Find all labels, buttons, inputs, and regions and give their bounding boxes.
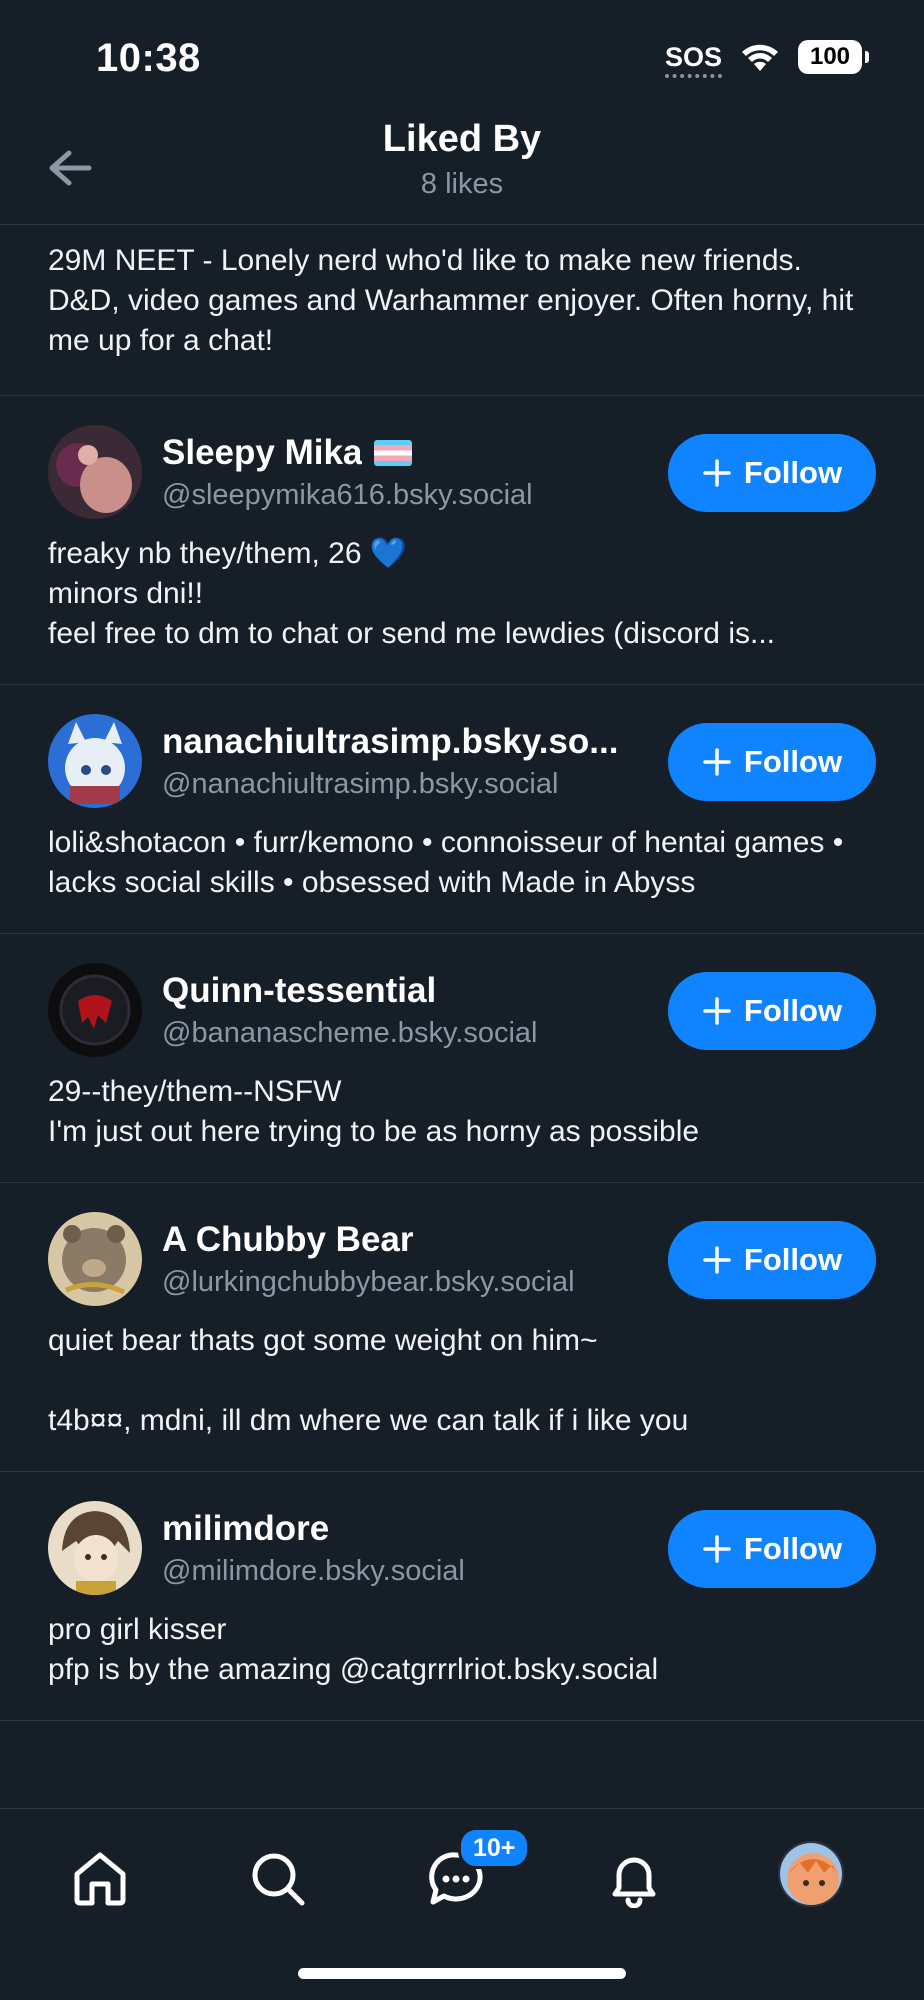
list-item[interactable]: Quinn-tessential @bananascheme.bsky.soci… xyxy=(0,934,924,1183)
follow-label: Follow xyxy=(743,993,843,1028)
user-bio: freaky nb they/them, 26 💙 minors dni!! f… xyxy=(48,537,775,650)
user-bio: pro girl kisser pfp is by the amazing @c… xyxy=(48,1613,659,1686)
user-bio: 29M NEET - Lonely nerd who'd like to mak… xyxy=(0,226,924,396)
plus-icon xyxy=(703,997,731,1025)
status-time: 10:38 xyxy=(96,36,201,80)
chat-badge: 10+ xyxy=(458,1827,531,1869)
user-handle[interactable]: @milimdore.bsky.social xyxy=(162,1555,652,1588)
battery-level: 100 xyxy=(809,43,851,70)
follow-button[interactable]: Follow xyxy=(668,1221,876,1299)
user-handle[interactable]: @lurkingchubbybear.bsky.social xyxy=(162,1266,652,1299)
status-bar: 10:38 SOS 100 xyxy=(0,0,924,110)
follow-label: Follow xyxy=(743,1242,843,1277)
list-item[interactable]: milimdore @milimdore.bsky.social Follow … xyxy=(0,1472,924,1721)
page-title: Liked By xyxy=(382,118,542,160)
page-header: Liked By 8 likes xyxy=(0,110,924,225)
display-name[interactable]: milimdore xyxy=(162,1509,642,1549)
avatar[interactable] xyxy=(48,425,142,519)
list-item[interactable]: A Chubby Bear @lurkingchubbybear.bsky.so… xyxy=(0,1183,924,1472)
plus-icon xyxy=(703,1535,731,1563)
nav-notifications[interactable] xyxy=(596,1841,672,1917)
home-indicator xyxy=(298,1968,626,1979)
user-bio: loli&shotacon • furr/kemono • connoisseu… xyxy=(48,826,844,899)
likes-count: 8 likes xyxy=(420,168,504,200)
avatar[interactable] xyxy=(778,1841,844,1907)
plus-icon xyxy=(703,1246,731,1274)
user-bio: 29--they/them--NSFW I'm just out here tr… xyxy=(48,1075,700,1148)
user-handle[interactable]: @sleepymika616.bsky.social xyxy=(162,479,652,512)
battery-icon: 100 xyxy=(798,40,869,74)
follow-label: Follow xyxy=(743,455,843,490)
display-name[interactable]: nanachiultrasimp.bsky.so... xyxy=(162,722,642,762)
display-name[interactable]: A Chubby Bear xyxy=(162,1220,642,1260)
list-item[interactable]: Sleepy Mika @sleepymika616.bsky.social F… xyxy=(0,396,924,685)
trans-flag-icon xyxy=(374,439,413,466)
avatar[interactable] xyxy=(48,1501,142,1595)
follow-label: Follow xyxy=(743,1531,843,1566)
follow-button[interactable]: Follow xyxy=(668,1510,876,1588)
home-icon xyxy=(74,1852,126,1906)
follow-button[interactable]: Follow xyxy=(668,434,876,512)
list-item[interactable]: nanachiultrasimp.bsky.so... @nanachiultr… xyxy=(0,685,924,934)
follow-label: Follow xyxy=(743,744,843,779)
avatar[interactable] xyxy=(48,714,142,808)
avatar[interactable] xyxy=(48,963,142,1057)
sos-indicator: SOS xyxy=(664,41,723,78)
display-name[interactable]: Sleepy Mika xyxy=(162,433,642,473)
liked-by-list: 29M NEET - Lonely nerd who'd like to mak… xyxy=(0,226,924,1721)
nav-home[interactable] xyxy=(62,1841,138,1917)
avatar[interactable] xyxy=(48,1212,142,1306)
nav-search[interactable] xyxy=(240,1841,316,1917)
search-icon xyxy=(252,1853,305,1906)
display-name[interactable]: Quinn-tessential xyxy=(162,971,642,1011)
wifi-icon xyxy=(742,44,778,71)
status-icons: SOS 100 xyxy=(664,40,869,78)
follow-button[interactable]: Follow xyxy=(668,723,876,801)
plus-icon xyxy=(703,459,731,487)
bell-icon xyxy=(612,1857,656,1908)
follow-button[interactable]: Follow xyxy=(668,972,876,1050)
plus-icon xyxy=(703,748,731,776)
user-handle[interactable]: @nanachiultrasimp.bsky.social xyxy=(162,768,652,801)
user-handle[interactable]: @bananascheme.bsky.social xyxy=(162,1017,652,1050)
user-bio: quiet bear thats got some weight on him~… xyxy=(48,1324,689,1437)
